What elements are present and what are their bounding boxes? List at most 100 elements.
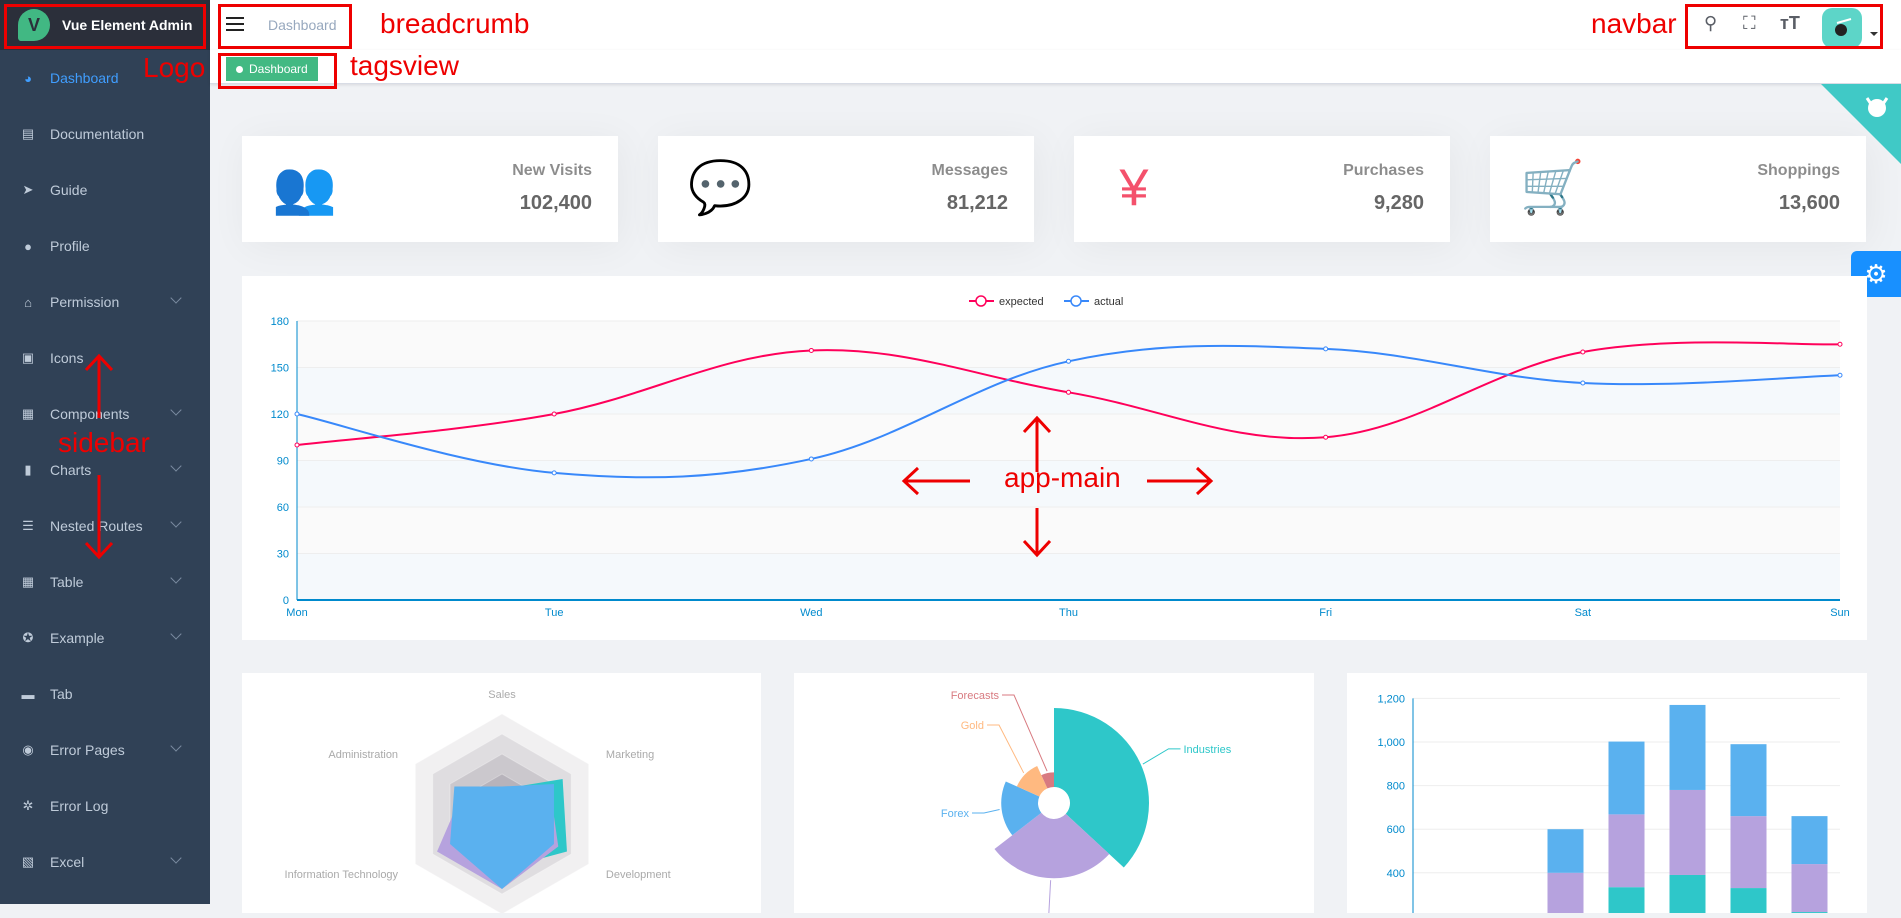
panel-value: 9,280	[1373, 192, 1424, 214]
y-tick-label: 400	[1387, 868, 1405, 880]
chevron-down-icon	[170, 292, 182, 304]
pie-chart: IndustriesTechnologyForexGoldForecasts	[941, 690, 1232, 918]
sidebar-item-nested-routes[interactable]: ☰ Nested Routes	[0, 498, 210, 554]
bar-sun-0	[1791, 912, 1828, 918]
annotation-navbar: navbar	[1591, 8, 1677, 39]
panel-purchases[interactable]: ¥ Purchases 9,280	[1074, 136, 1450, 242]
sidebar-item-documentation[interactable]: ▤ Documentation	[0, 106, 210, 162]
size-icon[interactable]: ᴛT	[1780, 13, 1800, 34]
annotation-tagsview: tagsview	[350, 50, 459, 81]
data-point	[808, 456, 814, 462]
chevron-down-icon	[170, 628, 182, 640]
bar-chart: 400 600 800 1,000 1,200	[1377, 693, 1840, 918]
bar-thu-0	[1608, 887, 1645, 918]
bar-sat-2	[1730, 744, 1767, 817]
tag-dashboard[interactable]: Dashboard	[226, 57, 318, 81]
sidebar-item-profile[interactable]: ● Profile	[0, 218, 210, 274]
data-point	[1323, 434, 1329, 440]
sidebar-item-label: Tab	[50, 686, 73, 702]
menu-icon: ▦	[21, 574, 35, 589]
data-point	[1837, 372, 1843, 378]
y-tick-label: 30	[277, 549, 289, 561]
panel-label: Shoppings	[1757, 162, 1840, 179]
x-tick-label: Tue	[545, 607, 564, 619]
sidebar-item-label: Icons	[50, 350, 84, 366]
y-tick-label: 150	[271, 363, 289, 375]
sidebar-item-label: Excel	[50, 854, 85, 870]
bar-fri-0	[1669, 874, 1706, 918]
breadcrumb[interactable]: Dashboard	[268, 17, 337, 33]
menu-icon: ▧	[21, 854, 35, 869]
menu-icon: ▬	[21, 686, 35, 702]
data-point	[1066, 389, 1071, 395]
data-point	[1066, 358, 1071, 364]
y-tick-label: 60	[277, 502, 289, 514]
bar-sun-1	[1791, 864, 1828, 913]
sidebar-item-label: Charts	[50, 462, 92, 478]
search-icon[interactable]: ⚲	[1704, 13, 1717, 34]
sidebar-item-table[interactable]: ▦ Table	[0, 554, 210, 610]
data-point	[551, 411, 557, 417]
pie-label: Gold	[961, 720, 984, 732]
panel-value: 81,212	[946, 192, 1008, 214]
caret-down-icon[interactable]	[1870, 32, 1878, 40]
avatar[interactable]	[1822, 8, 1862, 48]
radar-indicator-label: Development	[606, 869, 671, 881]
y-tick-label: 90	[277, 456, 289, 468]
logo-title: Vue Element Admin	[62, 17, 193, 33]
sidebar-item-error-pages[interactable]: ◉ Error Pages	[0, 722, 210, 778]
pie-label: Forecasts	[951, 690, 1000, 702]
chevron-down-icon	[170, 852, 182, 864]
sidebar-item-label: Permission	[50, 294, 120, 310]
data-point	[1580, 349, 1586, 355]
logo[interactable]: V Vue Element Admin	[0, 0, 210, 50]
panel-label: Messages	[931, 162, 1009, 179]
menu-icon: ▦	[21, 406, 35, 421]
panel-value: 13,600	[1778, 192, 1840, 214]
data-point	[551, 470, 557, 476]
menu-icon: ▣	[21, 350, 35, 365]
annotation-sidebar: sidebar	[58, 427, 150, 458]
bar-thu-1	[1608, 814, 1645, 888]
pie-label-line	[1142, 748, 1181, 765]
panel-new-visits[interactable]: 👥 New Visits 102,400	[242, 136, 618, 242]
chevron-down-icon	[170, 460, 182, 472]
menu-icon: ✪	[22, 630, 34, 645]
bar-chart-card: 400 600 800 1,000 1,200	[1347, 673, 1867, 918]
sidebar-item-label: Documentation	[50, 126, 145, 142]
chevron-down-icon	[170, 404, 182, 416]
split-area	[297, 414, 1840, 461]
radar-indicator-label: Administration	[328, 749, 398, 761]
github-corner-icon[interactable]	[1821, 84, 1901, 164]
bar-fri-2	[1669, 704, 1706, 790]
panel-messages[interactable]: 💬 Messages 81,212	[658, 136, 1034, 242]
sidebar-item-permission[interactable]: ⌂ Permission	[0, 274, 210, 330]
x-tick-label: Thu	[1059, 607, 1078, 619]
menu-icon: ●	[24, 238, 32, 254]
legend-label: actual	[1094, 296, 1123, 308]
panel-shoppings[interactable]: 🛒 Shoppings 13,600	[1490, 136, 1866, 242]
fullscreen-icon[interactable]: ⛶	[1743, 13, 1756, 34]
sidebar-item-example[interactable]: ✪ Example	[0, 610, 210, 666]
radar-chart-card: Sales Administration Information Technolog…	[242, 673, 761, 915]
sidebar-item-label: Profile	[50, 238, 90, 254]
x-tick-label: Mon	[286, 607, 307, 619]
radar-indicator-label: Sales	[488, 689, 516, 701]
x-tick-label: Fri	[1319, 607, 1332, 619]
panel-label: Purchases	[1343, 162, 1424, 179]
panel-value: 102,400	[519, 192, 592, 214]
pie-label: Industries	[1184, 744, 1232, 756]
menu-icon: ▤	[21, 126, 35, 141]
sidebar-item-icons[interactable]: ▣ Icons	[0, 330, 210, 386]
menu-icon: ➤	[22, 182, 34, 197]
menu-icon: ✲	[22, 798, 34, 813]
sidebar-item-tab[interactable]: ▬ Tab	[0, 666, 210, 722]
tagsview: Dashboard	[210, 50, 1901, 84]
bar-sat-0	[1730, 888, 1767, 918]
sidebar-item-guide[interactable]: ➤ Guide	[0, 162, 210, 218]
hamburger-icon[interactable]	[226, 17, 244, 33]
sidebar-item-excel[interactable]: ▧ Excel	[0, 834, 210, 890]
panel-label: New Visits	[512, 162, 592, 179]
sidebar-item-error-log[interactable]: ✲ Error Log	[0, 778, 210, 834]
logo-mark: V	[18, 9, 50, 41]
